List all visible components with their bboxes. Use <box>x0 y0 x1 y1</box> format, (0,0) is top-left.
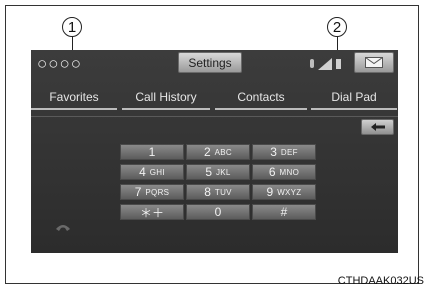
settings-button[interactable]: Settings <box>178 52 242 73</box>
dial-key[interactable]: 4 GHI <box>120 164 184 180</box>
tab-contacts[interactable]: Contacts <box>215 86 307 110</box>
dial-key-letters: JKL <box>216 167 231 177</box>
dial-key[interactable]: 7 PQRS <box>120 184 184 200</box>
dial-key[interactable]: 2 ABC <box>186 144 250 160</box>
callout-2: 2 <box>327 17 347 37</box>
dial-key[interactable]: 9 WXYZ <box>252 184 316 200</box>
dial-key[interactable]: 1 <box>120 144 184 160</box>
envelope-icon <box>365 57 383 68</box>
phone-screen: ○○○○ Settings Favorites Call History Con… <box>31 50 398 253</box>
phone-handset-icon[interactable] <box>55 222 71 232</box>
dial-key[interactable]: 3 DEF <box>252 144 316 160</box>
dial-key-digit: # <box>280 205 288 219</box>
battery-icon <box>336 59 341 69</box>
dial-key-letters: DEF <box>280 147 298 157</box>
tab-favorites[interactable]: Favorites <box>31 86 117 110</box>
dial-key[interactable]: 8 TUV <box>186 184 250 200</box>
dial-key-letters: ABC <box>214 147 233 157</box>
dial-key-digit: 5 <box>205 165 212 179</box>
dial-key[interactable]: 0 <box>186 204 250 220</box>
dial-key-letters: TUV <box>214 187 232 197</box>
dial-key-letters: MNO <box>279 167 300 177</box>
left-arrow-icon <box>370 123 385 131</box>
dial-key-letters: PQRS <box>145 187 170 197</box>
dial-key-digit: 9 <box>266 185 274 199</box>
dial-key-digit: 7 <box>134 185 142 199</box>
dial-key[interactable]: ＊＋ <box>120 204 184 220</box>
dial-key[interactable]: 5 JKL <box>186 164 250 180</box>
message-button[interactable] <box>354 52 394 73</box>
dial-key-letters: GHI <box>149 167 165 177</box>
dial-key-digit: 1 <box>148 145 156 159</box>
callout-1: 1 <box>62 17 82 37</box>
dial-key-digit: 3 <box>270 145 277 159</box>
signal-strength-icon <box>318 58 332 70</box>
dial-key[interactable]: 6 MNO <box>252 164 316 180</box>
dial-key[interactable]: # <box>252 204 316 220</box>
dial-key-digit: 8 <box>204 185 211 199</box>
tab-call-history[interactable]: Call History <box>122 86 210 110</box>
dial-key-digit: 0 <box>214 205 222 219</box>
figure-code: CTHDAAK032US <box>337 275 424 287</box>
device-name-title: ○○○○ <box>37 54 83 73</box>
tab-bar: Favorites Call History Contacts Dial Pad <box>31 86 398 110</box>
dial-key-digit: 2 <box>203 145 211 159</box>
dialed-number-display <box>37 120 355 138</box>
dial-key-letters: WXYZ <box>277 187 302 197</box>
divider <box>31 116 398 117</box>
dial-key-digit: 6 <box>268 165 276 179</box>
backspace-button[interactable] <box>361 119 394 135</box>
dial-key-digit: 4 <box>139 165 146 179</box>
dial-key-digit: ＊＋ <box>139 205 164 220</box>
callout-1-leader <box>72 36 73 50</box>
bluetooth-icon <box>310 59 314 68</box>
tab-dial-pad[interactable]: Dial Pad <box>311 86 397 110</box>
